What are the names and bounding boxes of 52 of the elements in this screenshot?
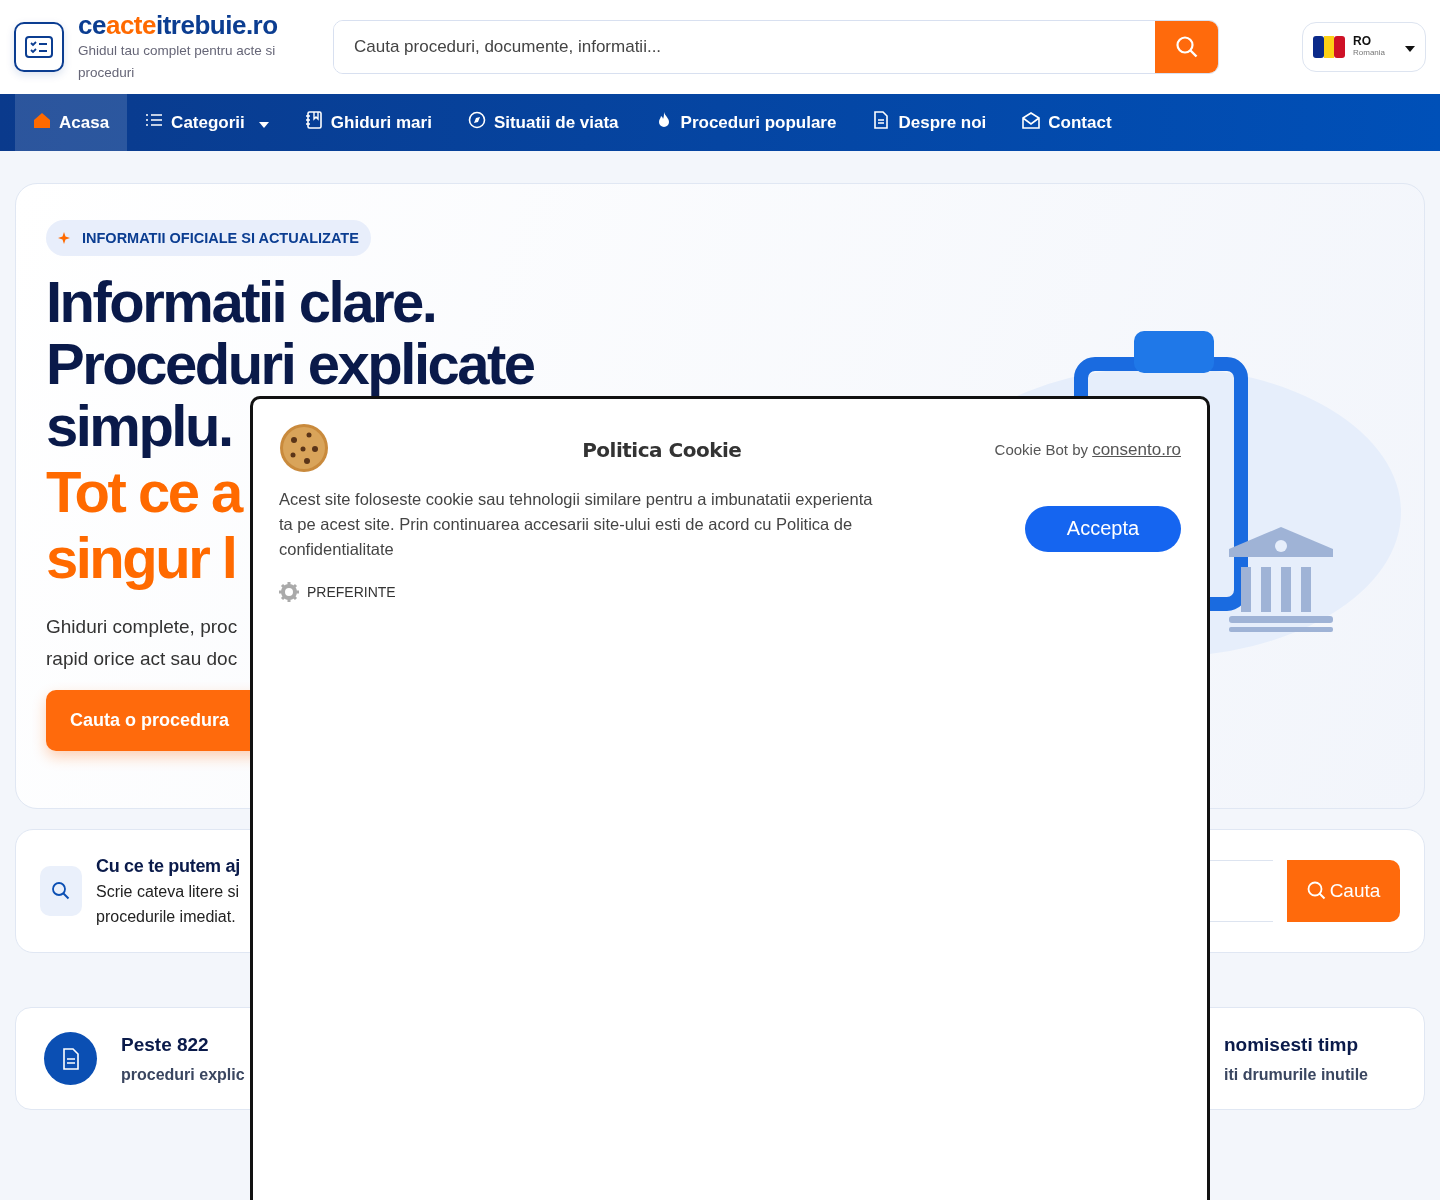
stat-title: Peste 822 bbox=[121, 1033, 210, 1056]
checklist-icon bbox=[25, 36, 53, 58]
sparkle-icon bbox=[58, 231, 72, 245]
hero-subtitle: Ghiduri complete, proc bbox=[46, 615, 239, 639]
document-icon bbox=[60, 1047, 81, 1070]
info-badge: INFORMATII OFICIALE SI ACTUALIZATE bbox=[46, 220, 371, 256]
hero-heading: simplu. bbox=[46, 395, 232, 457]
search-card-text: procedurile imediat. bbox=[96, 907, 236, 927]
hero-subtitle: rapid orice act sau doc bbox=[46, 647, 239, 671]
nav-item[interactable]: Acasa bbox=[15, 94, 128, 151]
preferences-button[interactable]: PREFERINTE bbox=[279, 582, 1181, 602]
search-button[interactable] bbox=[1155, 21, 1218, 73]
nav-item[interactable]: Contact bbox=[1004, 94, 1130, 151]
nav-item[interactable]: Despre noi bbox=[854, 94, 1005, 151]
search-icon bbox=[51, 881, 71, 901]
consento-link[interactable]: consento.ro bbox=[1092, 440, 1181, 459]
search-card-title: Cu ce te putem aj bbox=[96, 855, 240, 878]
dialog-title: Politica Cookie bbox=[581, 438, 743, 462]
hero-heading: singur l bbox=[46, 527, 236, 589]
nav-item[interactable]: Ghiduri mari bbox=[286, 94, 450, 151]
stat-title: nomisesti timp bbox=[1224, 1033, 1360, 1056]
stat-text: proceduri explic bbox=[121, 1065, 245, 1084]
site-logo[interactable]: ceacteitrebuie.ro bbox=[78, 10, 303, 40]
credit-text: Cookie Bot by consento.ro bbox=[994, 440, 1181, 460]
flag-icon bbox=[1313, 36, 1345, 58]
nav-item[interactable]: Situatii de viata bbox=[449, 94, 637, 151]
hero-heading: Tot ce a bbox=[46, 461, 241, 523]
site-tagline: Ghidul tau complet pentru acte si proceduri bbox=[78, 42, 277, 82]
envelope-icon bbox=[1022, 111, 1041, 129]
caret-icon bbox=[1405, 46, 1415, 52]
cookie-message: Acest site foloseste cookie sau tehnologii similare pentru a imbunatatii experienta ta pe acest site. Prin continuarea accesarii site-ului esti de acord cu Politica de confidentialitate bbox=[279, 489, 874, 560]
book-icon bbox=[304, 111, 323, 129]
cookie-icon bbox=[279, 423, 329, 473]
hero-heading: Informatii clare. bbox=[46, 271, 436, 333]
language-selector[interactable]: RO Romania bbox=[1302, 22, 1426, 72]
search-card-text: Scrie cateva litere si bbox=[96, 882, 240, 902]
gear-icon bbox=[279, 582, 299, 602]
language-code: RO bbox=[1353, 36, 1372, 47]
hero-heading: Proceduri explicate bbox=[46, 333, 534, 395]
list-icon bbox=[145, 111, 164, 129]
search-icon bbox=[1306, 881, 1327, 901]
nav-item[interactable]: Categorii bbox=[127, 94, 287, 151]
home-icon bbox=[33, 111, 51, 129]
caret-icon bbox=[258, 121, 269, 128]
document-icon bbox=[872, 111, 891, 129]
nav-item[interactable]: Proceduri populare bbox=[636, 94, 855, 151]
search-icon bbox=[1174, 35, 1199, 59]
stat-text: iti drumurile inutile bbox=[1224, 1065, 1368, 1084]
search-field[interactable]: Cauta proceduri, documente, informatii... bbox=[333, 20, 1219, 74]
language-name: Romania bbox=[1353, 47, 1385, 58]
compass-icon bbox=[467, 111, 486, 129]
accept-button[interactable]: Accepta bbox=[1025, 505, 1181, 552]
